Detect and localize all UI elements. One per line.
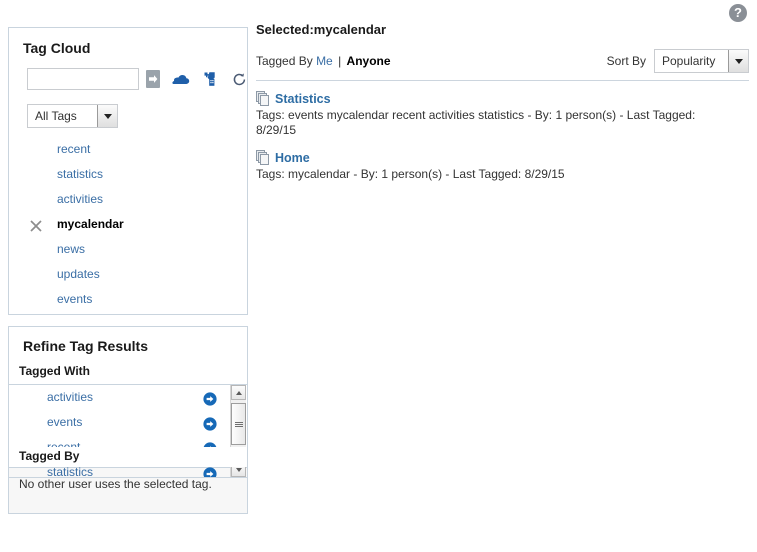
tag-list-item[interactable]: recent	[9, 137, 247, 162]
scrollbar-thumb[interactable]	[231, 403, 246, 445]
results-list: Statistics Tags: events mycalendar recen…	[256, 91, 749, 182]
tag-list-item[interactable]: updates	[9, 262, 247, 287]
tag-link[interactable]: news	[57, 242, 85, 256]
tag-link[interactable]: statistics	[57, 167, 103, 181]
chevron-down-icon[interactable]	[97, 105, 117, 127]
result-meta: Tags: events mycalendar recent activitie…	[256, 108, 696, 137]
add-filter-icon[interactable]	[203, 415, 217, 431]
result-item: Statistics Tags: events mycalendar recen…	[256, 91, 749, 138]
refine-tag-results-panel: Refine Tag Results Tagged With activitie…	[8, 326, 248, 478]
sort-by-select[interactable]: Popularity	[654, 49, 749, 73]
tag-list-item[interactable]: news	[9, 237, 247, 262]
all-tags-select[interactable]: All Tags	[27, 104, 118, 128]
no-other-user-message: No other user uses the selected tag.	[19, 477, 212, 491]
sort-by-group: Sort By Popularity	[607, 49, 749, 73]
tagged-by-me-link[interactable]: Me	[316, 54, 333, 68]
results-divider	[256, 80, 749, 81]
tagged-with-link[interactable]: events	[47, 415, 82, 429]
tagged-with-item[interactable]: activities	[9, 385, 223, 410]
add-filter-icon[interactable]	[203, 390, 217, 406]
tagged-by-label: Tagged By	[9, 447, 247, 467]
all-tags-select-value: All Tags	[35, 109, 77, 123]
result-meta: Tags: mycalendar - By: 1 person(s) - Las…	[256, 167, 565, 181]
tag-list-item-selected[interactable]: mycalendar	[9, 212, 247, 237]
left-sidebar: Tag Cloud All Tags recent statistics act…	[8, 27, 248, 514]
tagged-with-link[interactable]: activities	[47, 390, 93, 404]
sort-by-label: Sort By	[606, 54, 646, 68]
refresh-icon[interactable]	[232, 70, 247, 88]
result-title-link[interactable]: Home	[275, 151, 310, 165]
tagged-by-anyone-active: Anyone	[346, 54, 391, 68]
add-tag-icon[interactable]	[202, 70, 218, 88]
result-item: Home Tags: mycalendar - By: 1 person(s) …	[256, 150, 749, 182]
tag-search-input[interactable]	[27, 68, 139, 90]
tag-link[interactable]: recent	[57, 142, 90, 156]
result-title-link[interactable]: Statistics	[275, 92, 331, 106]
result-header: Statistics	[256, 91, 749, 106]
tag-cloud-panel: Tag Cloud All Tags recent statistics act…	[8, 27, 248, 315]
go-arrow-icon[interactable]	[146, 70, 160, 88]
tag-cloud-title: Tag Cloud	[23, 40, 91, 56]
tagged-by-filter: Tagged By Me | Anyone	[256, 54, 391, 68]
tag-list-item[interactable]: events	[9, 287, 247, 312]
tagged-by-separator: |	[338, 54, 342, 68]
tag-link[interactable]: events	[57, 292, 92, 306]
refine-title: Refine Tag Results	[23, 338, 148, 354]
scroll-up-icon[interactable]	[231, 385, 246, 400]
chevron-down-icon[interactable]	[728, 50, 748, 72]
selected-tag-title: Selected:mycalendar	[256, 22, 387, 37]
tag-list-item[interactable]: activities	[9, 187, 247, 212]
tag-list: recent statistics activities mycalendar …	[9, 137, 247, 312]
result-header: Home	[256, 150, 749, 165]
tag-search-row	[9, 66, 247, 92]
main-content: Selected:mycalendar Tagged By Me | Anyon…	[256, 22, 749, 194]
tagged-with-label: Tagged With	[19, 364, 90, 378]
sort-by-select-value: Popularity	[662, 54, 716, 68]
tagged-with-item[interactable]: events	[9, 410, 223, 435]
tag-link[interactable]: updates	[57, 267, 100, 281]
document-stack-icon	[256, 91, 270, 106]
tag-label-selected: mycalendar	[57, 217, 124, 231]
tag-link[interactable]: activities	[57, 192, 103, 206]
tag-cloud-icon[interactable]	[172, 70, 190, 88]
results-filter-row: Tagged By Me | Anyone Sort By Popularity	[256, 48, 749, 74]
tag-list-item[interactable]: statistics	[9, 162, 247, 187]
tagged-by-filter-label: Tagged By	[256, 54, 313, 68]
remove-tag-icon[interactable]	[29, 217, 43, 232]
help-icon[interactable]: ?	[729, 4, 747, 22]
document-stack-icon	[256, 150, 270, 165]
